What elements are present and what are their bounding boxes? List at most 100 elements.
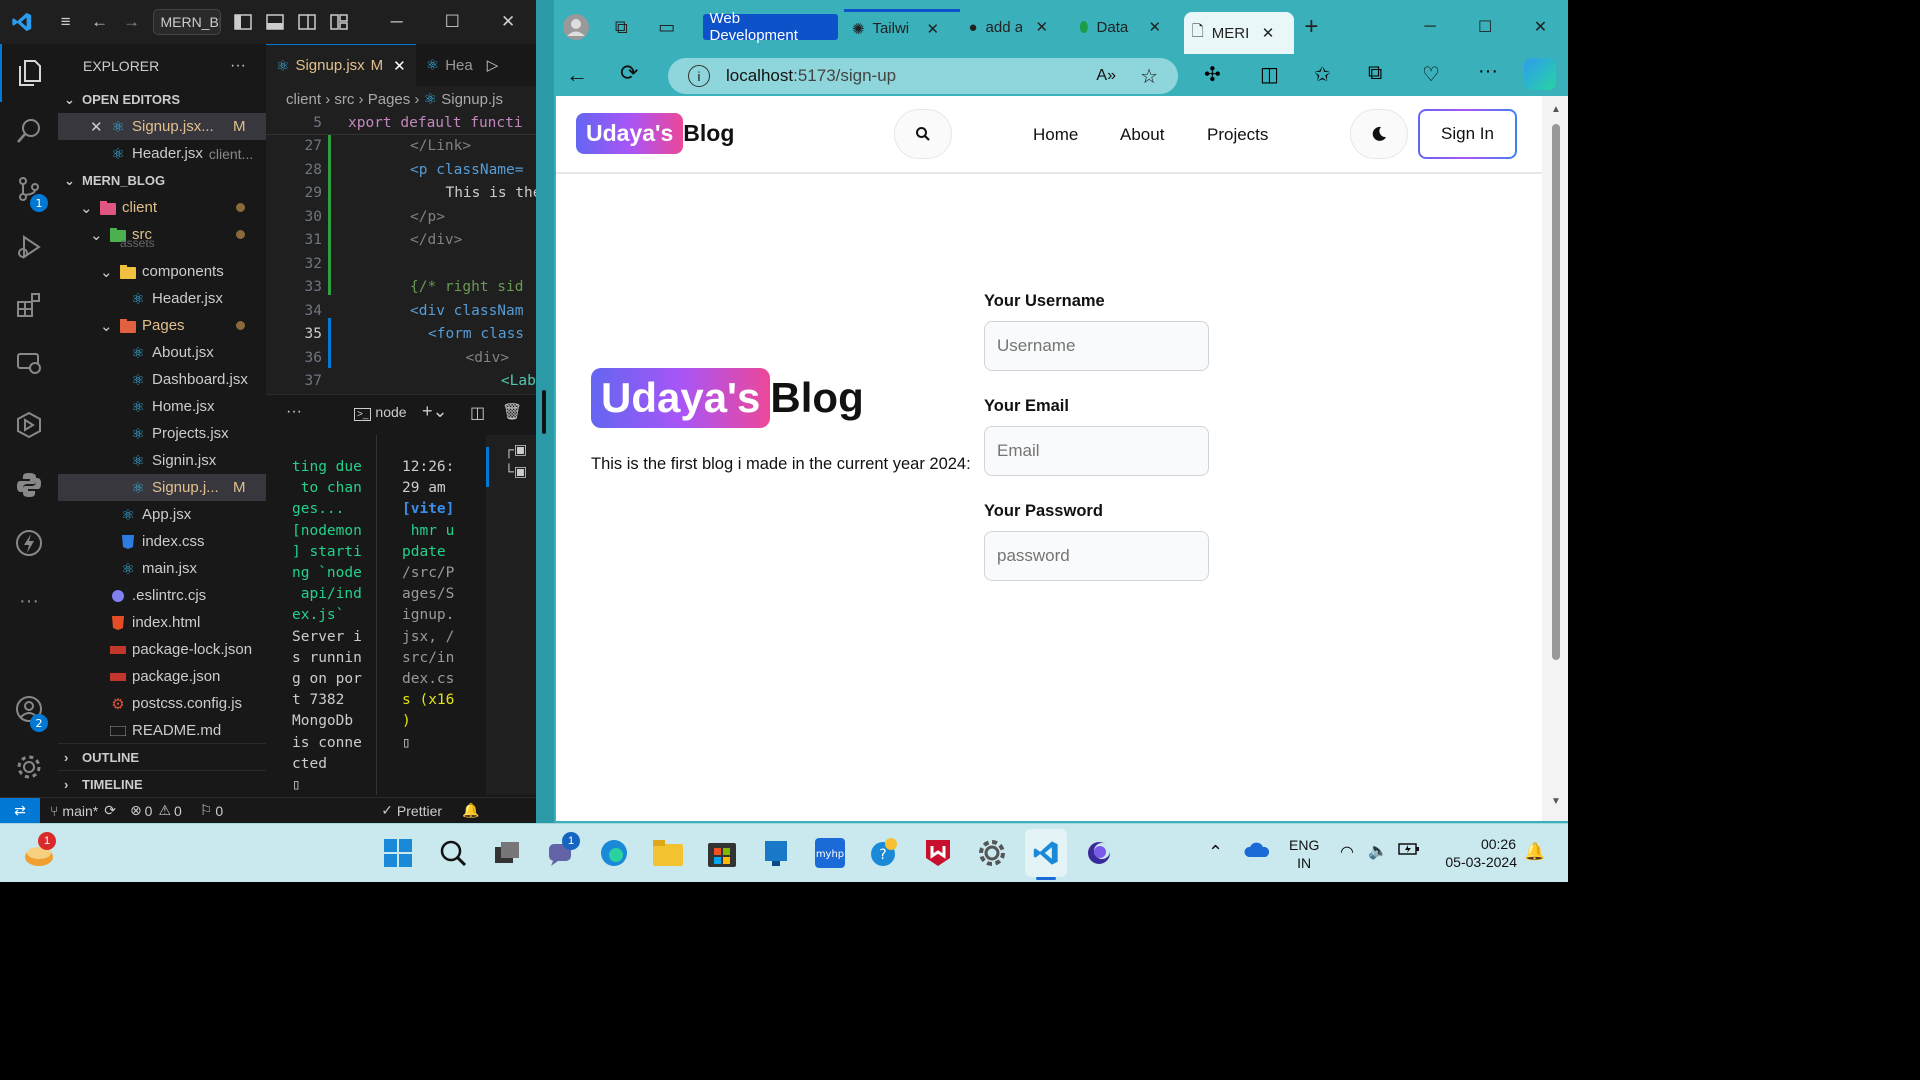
- prettier-status[interactable]: Prettier: [397, 803, 442, 819]
- close-window-icon[interactable]: ✕: [1513, 17, 1568, 37]
- edge-icon[interactable]: [597, 836, 631, 870]
- tree-file[interactable]: ⚛ main.jsx: [58, 555, 266, 582]
- ports-count[interactable]: 0: [215, 803, 223, 819]
- workspaces-icon[interactable]: ⧉: [604, 9, 640, 45]
- notifications-bell-icon[interactable]: 🔔: [1524, 842, 1545, 862]
- run-debug-icon[interactable]: [0, 218, 58, 276]
- tree-folder-components[interactable]: ⌄ components: [58, 258, 266, 285]
- url-bar[interactable]: i localhost:5173/sign-up A» ☆: [668, 58, 1178, 94]
- minimize-icon[interactable]: ─: [369, 6, 425, 38]
- refresh-icon[interactable]: ⟳: [620, 60, 638, 86]
- tree-file[interactable]: ⚛ Signin.jsx: [58, 447, 266, 474]
- settings-gear-icon[interactable]: [0, 738, 58, 796]
- branch-name[interactable]: main*: [62, 803, 98, 819]
- search-icon[interactable]: [0, 102, 58, 160]
- maximize-icon[interactable]: ☐: [425, 6, 481, 38]
- app-icon[interactable]: [759, 836, 793, 870]
- copilot-icon[interactable]: [1524, 58, 1556, 90]
- clock[interactable]: 00:26: [1460, 834, 1516, 854]
- toggle-panel-icon[interactable]: [259, 6, 291, 38]
- collections-icon[interactable]: ⧉: [1368, 62, 1382, 85]
- extensions-icon[interactable]: ✣: [1204, 62, 1221, 87]
- back-arrow-icon[interactable]: ←: [84, 6, 116, 38]
- toggle-primary-sidebar-icon[interactable]: [227, 6, 259, 38]
- read-aloud-icon[interactable]: A»: [1096, 67, 1116, 85]
- tree-file[interactable]: ⚛ App.jsx: [58, 501, 266, 528]
- window-divider[interactable]: [536, 0, 554, 823]
- tree-file[interactable]: ⚛ Header.jsx: [58, 285, 266, 312]
- trash-icon[interactable]: 🗑: [502, 402, 522, 422]
- theme-toggle-button[interactable]: [1350, 109, 1408, 159]
- eclipse-app-icon[interactable]: [1082, 836, 1116, 870]
- source-control-icon[interactable]: 1: [0, 160, 58, 218]
- tab-header[interactable]: ⚛ Hea: [416, 44, 483, 86]
- more-menu-icon[interactable]: ···: [1478, 60, 1498, 83]
- help-icon[interactable]: ?: [867, 836, 901, 870]
- vscode-taskbar-icon[interactable]: [1025, 829, 1067, 877]
- tree-folder-pages[interactable]: ⌄ Pages: [58, 312, 266, 339]
- terminal-shell-selector[interactable]: >_ node: [354, 404, 407, 421]
- battery-icon[interactable]: [1398, 842, 1420, 861]
- open-editors-header[interactable]: ⌄ OPEN EDITORS: [58, 86, 266, 113]
- tree-file[interactable]: README.md: [58, 717, 266, 744]
- browser-tab[interactable]: ✺ Tailwi ✕: [843, 9, 961, 45]
- browser-essentials-icon[interactable]: ♡: [1422, 62, 1440, 87]
- terminal-icon[interactable]: ┌▣: [504, 441, 527, 458]
- site-info-icon[interactable]: i: [688, 65, 710, 87]
- terminal-output-right[interactable]: 12:26: 29 am [vite] hmr u pdate/src/P ages/S…: [402, 457, 454, 754]
- sync-icon[interactable]: ⟳: [104, 802, 116, 819]
- date[interactable]: 05-03-2024: [1437, 854, 1517, 870]
- close-icon[interactable]: ✕: [393, 57, 406, 75]
- mcafee-icon[interactable]: [921, 836, 955, 870]
- tree-file[interactable]: ⚛ Projects.jsx: [58, 420, 266, 447]
- tree-file[interactable]: .eslintrc.cjs: [58, 582, 266, 609]
- testing-icon[interactable]: [0, 396, 58, 454]
- tree-file[interactable]: ⚛ About.jsx: [58, 339, 266, 366]
- password-input[interactable]: [984, 531, 1209, 581]
- outline-header[interactable]: › OUTLINE: [58, 743, 266, 770]
- wifi-icon[interactable]: ◠: [1340, 842, 1354, 862]
- terminal-list[interactable]: ┌▣ └▣: [486, 435, 536, 795]
- open-editor-item[interactable]: ✕ ⚛ Signup.jsx... M: [58, 113, 266, 140]
- file-explorer-icon[interactable]: [651, 836, 685, 870]
- new-terminal-icon[interactable]: +⌄: [422, 401, 448, 422]
- start-windows-icon[interactable]: [381, 836, 415, 870]
- tree-file[interactable]: package.json: [58, 663, 266, 690]
- menu-icon[interactable]: ≡: [50, 6, 82, 38]
- settings-gear-icon[interactable]: [975, 836, 1009, 870]
- task-view-icon[interactable]: [490, 836, 524, 870]
- chat-icon[interactable]: 1: [544, 832, 580, 870]
- search-icon[interactable]: [436, 836, 470, 870]
- tree-folder-client[interactable]: ⌄ client: [58, 194, 266, 221]
- myhp-icon[interactable]: myhp: [813, 836, 847, 870]
- code-view[interactable]: 5 xport default functi 27 </Link> 28 <p cla…: [266, 112, 536, 394]
- onedrive-cloud-icon[interactable]: [1244, 841, 1270, 864]
- browser-tab-active[interactable]: 🗋 MERI ✕: [1183, 12, 1295, 54]
- forward-arrow-icon[interactable]: →: [116, 6, 148, 38]
- warning-count[interactable]: 0: [174, 803, 182, 819]
- site-logo[interactable]: Udaya's Blog: [576, 113, 734, 154]
- email-input[interactable]: [984, 426, 1209, 476]
- page-scrollbar[interactable]: ▲ ▼: [1542, 96, 1568, 821]
- python-icon[interactable]: [0, 456, 58, 514]
- error-count[interactable]: 0: [145, 803, 153, 819]
- maximize-icon[interactable]: ☐: [1458, 17, 1513, 37]
- back-arrow-icon[interactable]: ←: [566, 62, 588, 88]
- tree-file[interactable]: ⚛ Dashboard.jsx: [58, 366, 266, 393]
- tree-file[interactable]: package-lock.json: [58, 636, 266, 663]
- tree-file[interactable]: index.css: [58, 528, 266, 555]
- split-terminal-icon[interactable]: ◫: [470, 403, 485, 423]
- chevron-up-icon[interactable]: ⌃: [1208, 842, 1223, 863]
- extensions-icon[interactable]: [0, 276, 58, 334]
- close-icon[interactable]: ✕: [926, 20, 939, 38]
- remote-explorer-icon[interactable]: [0, 334, 58, 392]
- favorite-star-icon[interactable]: ☆: [1140, 64, 1158, 89]
- browser-tab[interactable]: ⬮ Data ✕: [1071, 9, 1184, 45]
- favorites-icon[interactable]: ✩: [1314, 62, 1331, 87]
- tab-actions-icon[interactable]: ▭: [649, 9, 685, 45]
- nav-about[interactable]: About: [1120, 125, 1164, 145]
- search-button[interactable]: [894, 109, 952, 159]
- sign-in-button[interactable]: Sign In: [1418, 109, 1517, 159]
- tree-folder-assets[interactable]: assets: [58, 240, 266, 250]
- tree-file[interactable]: ⚙ postcss.config.js: [58, 690, 266, 717]
